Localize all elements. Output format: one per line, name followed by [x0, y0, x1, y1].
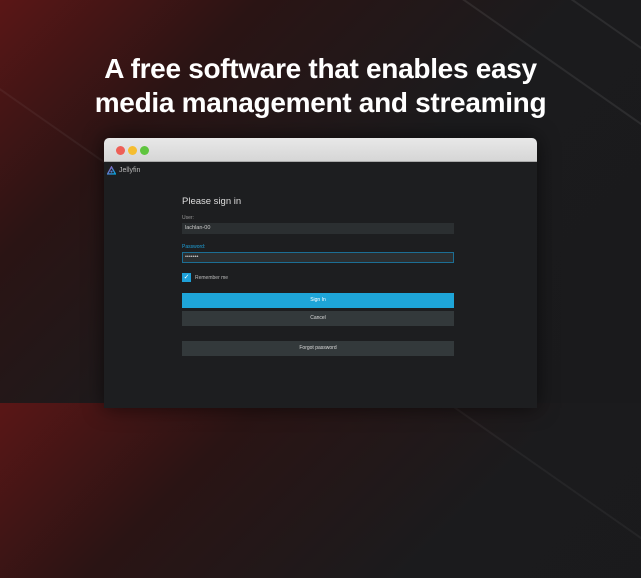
- minimize-window-button[interactable]: [128, 146, 137, 155]
- zoom-window-button[interactable]: [140, 146, 149, 155]
- jellyfin-triangle-icon: [107, 166, 116, 175]
- headline-line-2: media management and streaming: [94, 87, 547, 118]
- user-label: User:: [182, 215, 194, 221]
- login-form: Please sign in User: lachlan-00 Password…: [182, 196, 454, 359]
- headline-line-1: A free software that enables easy: [104, 53, 537, 84]
- app-logo[interactable]: Jellyfin: [107, 166, 140, 175]
- sign-in-button[interactable]: Sign In: [182, 293, 454, 308]
- app-window: Jellyfin Please sign in User: lachlan-00…: [104, 138, 537, 408]
- headline: A free software that enables easy media …: [0, 52, 641, 120]
- forgot-password-button[interactable]: Forgot password: [182, 341, 454, 356]
- password-label: Password:: [182, 244, 206, 250]
- checkmark-icon[interactable]: ✓: [182, 273, 191, 282]
- remember-me-label: Remember me: [195, 274, 229, 281]
- user-input[interactable]: lachlan-00: [182, 223, 454, 234]
- app-name: Jellyfin: [119, 167, 141, 174]
- page-title: Please sign in: [182, 196, 242, 207]
- password-input[interactable]: •••••••: [182, 252, 454, 263]
- window-titlebar[interactable]: [104, 138, 537, 162]
- remember-me-checkbox[interactable]: ✓ Remember me: [182, 273, 454, 282]
- cancel-button[interactable]: Cancel: [182, 311, 454, 326]
- close-window-button[interactable]: [116, 146, 125, 155]
